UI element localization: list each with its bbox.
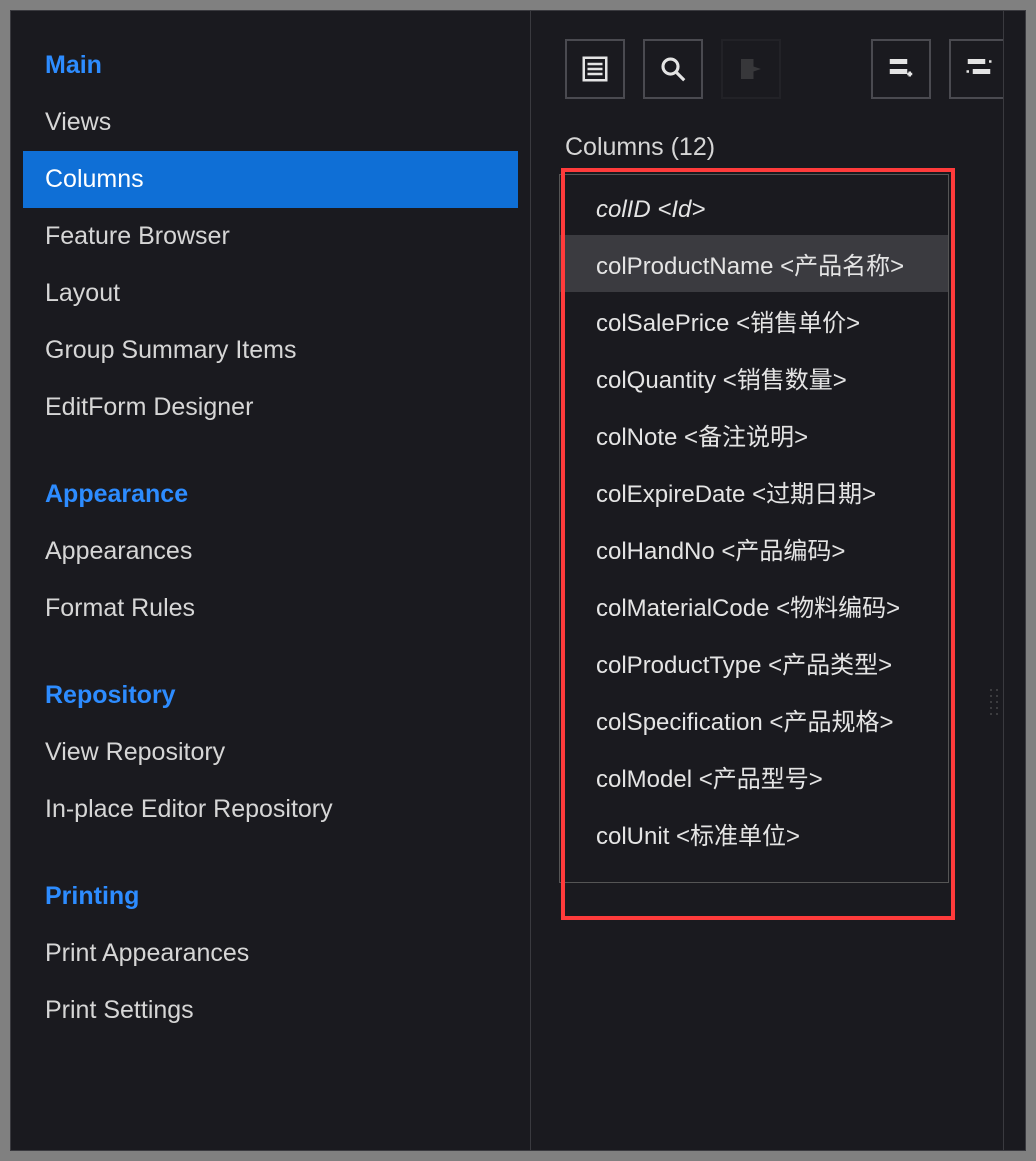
column-display-name: 销售单价 [750,310,846,337]
column-display-name: 产品编码 [735,538,831,565]
list-view-button[interactable] [565,39,625,99]
toolbar [565,39,1025,99]
add-item-button[interactable] [871,39,931,99]
export-icon [736,54,766,84]
column-field-name: colUnit [596,823,669,850]
splitter-handle[interactable] [988,687,1000,717]
column-field-name: colMaterialCode [596,595,769,622]
column-field-name: colExpireDate [596,481,745,508]
column-display-name: 产品名称 [794,253,890,280]
right-strip [1003,11,1025,1150]
column-item-colQuantity[interactable]: colQuantity <销售数量> [560,349,948,406]
column-item-colProductType[interactable]: colProductType <产品类型> [560,634,948,691]
search-button[interactable] [643,39,703,99]
column-display-name: 过期日期 [766,481,862,508]
columns-panel-title: Columns (12) [565,133,1025,162]
nav-item-group-summary-items[interactable]: Group Summary Items [23,322,518,379]
column-field-name: colHandNo [596,538,715,565]
add-item-icon [886,54,916,84]
adjust-icon [964,54,994,84]
nav-item-feature-browser[interactable]: Feature Browser [23,208,518,265]
column-item-colHandNo[interactable]: colHandNo <产品编码> [560,520,948,577]
section-header-appearance: Appearance [23,462,518,523]
column-item-colMaterialCode[interactable]: colMaterialCode <物料编码> [560,577,948,634]
column-field-name: colSpecification [596,709,763,736]
nav-item-print-appearances[interactable]: Print Appearances [23,925,518,982]
column-display-name: 销售数量 [737,367,833,394]
column-field-name: colProductType [596,652,761,679]
column-field-name: colModel [596,766,692,793]
column-field-name: colProductName [596,253,773,280]
column-display-name: 标准单位 [690,823,786,850]
column-display-name: 物料编码 [790,595,886,622]
nav-item-format-rules[interactable]: Format Rules [23,580,518,637]
export-button [721,39,781,99]
designer-window: MainViewsColumnsFeature BrowserLayoutGro… [10,10,1026,1151]
section-header-main: Main [23,33,518,94]
column-field-name: colNote [596,424,677,451]
column-item-colProductName[interactable]: colProductName <产品名称> [560,235,948,292]
column-display-name: 产品型号 [713,766,809,793]
nav-item-views[interactable]: Views [23,94,518,151]
nav-item-in-place-editor-repository[interactable]: In-place Editor Repository [23,781,518,838]
column-display-name: 产品类型 [782,652,878,679]
column-item-colModel[interactable]: colModel <产品型号> [560,748,948,805]
nav-item-editform-designer[interactable]: EditForm Designer [23,379,518,436]
nav-item-print-settings[interactable]: Print Settings [23,982,518,1039]
list-icon [580,54,610,84]
column-field-name: colSalePrice [596,310,729,337]
nav-item-columns[interactable]: Columns [23,151,518,208]
sidebar: MainViewsColumnsFeature BrowserLayoutGro… [11,11,531,1150]
column-display-name: Id [671,196,691,223]
column-field-name: colQuantity [596,367,716,394]
column-item-colNote[interactable]: colNote <备注说明> [560,406,948,463]
nav-item-layout[interactable]: Layout [23,265,518,322]
column-item-colExpireDate[interactable]: colExpireDate <过期日期> [560,463,948,520]
columns-listbox[interactable]: colID <Id>colProductName <产品名称>colSalePr… [559,174,949,883]
main-panel: Columns (12) colID <Id>colProductName <产… [531,11,1025,1150]
adjust-item-button[interactable] [949,39,1009,99]
column-item-colSalePrice[interactable]: colSalePrice <销售单价> [560,292,948,349]
column-item-colUnit[interactable]: colUnit <标准单位> [560,805,948,862]
search-icon [658,54,688,84]
column-display-name: 产品规格 [783,709,879,736]
nav-item-view-repository[interactable]: View Repository [23,724,518,781]
column-display-name: 备注说明 [698,424,794,451]
section-header-printing: Printing [23,864,518,925]
column-item-colID[interactable]: colID <Id> [560,185,948,235]
section-header-repository: Repository [23,663,518,724]
nav-item-appearances[interactable]: Appearances [23,523,518,580]
column-item-colSpecification[interactable]: colSpecification <产品规格> [560,691,948,748]
column-field-name: colID [596,196,651,223]
